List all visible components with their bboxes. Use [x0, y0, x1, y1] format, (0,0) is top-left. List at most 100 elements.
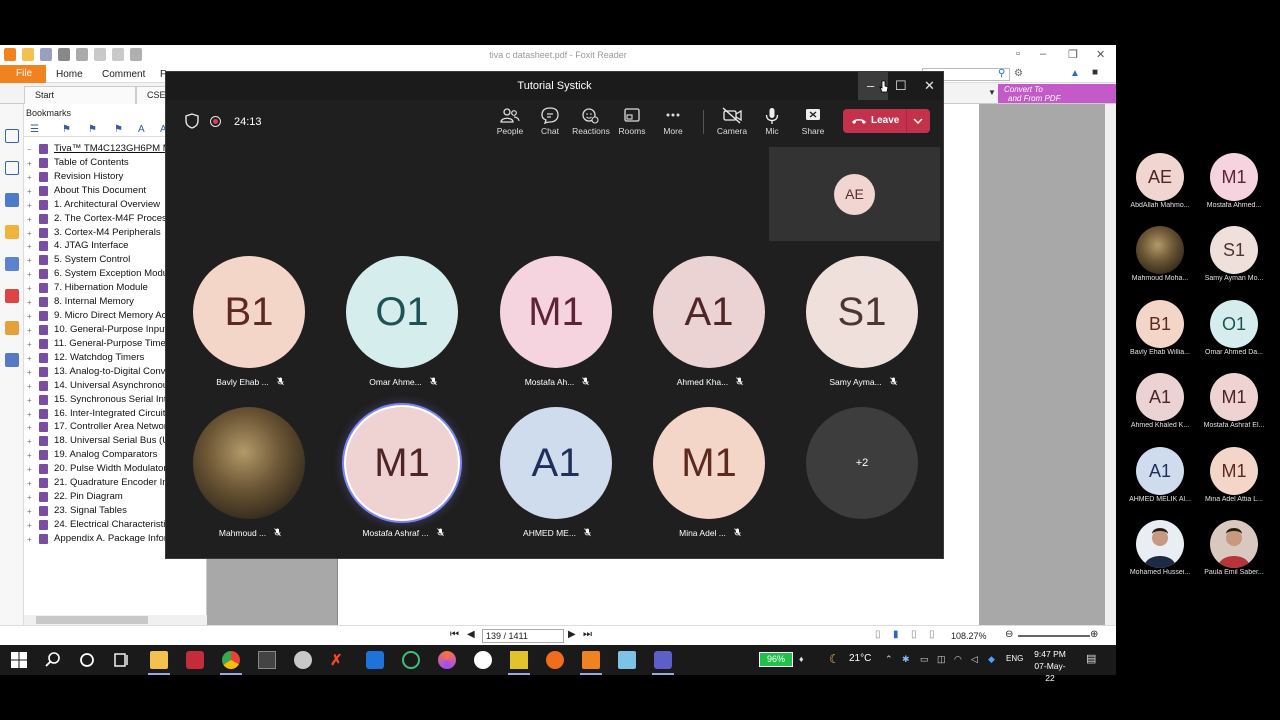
expand-toggle-icon[interactable]: + [27, 449, 32, 462]
foxit-minimize-icon[interactable]: – [1040, 48, 1046, 60]
expand-toggle-icon[interactable]: + [27, 394, 32, 407]
bookmark-expand-icon[interactable]: ⚑ [88, 124, 97, 135]
participant-tile[interactable]: M1 Mostafa Ashraf ... [338, 407, 468, 553]
teams-maximize-icon[interactable]: ☐ [895, 78, 907, 94]
cortana-icon[interactable] [78, 651, 96, 669]
search-icon[interactable] [44, 651, 62, 669]
expand-toggle-icon[interactable]: + [27, 408, 32, 421]
mega-app-icon[interactable] [186, 651, 204, 669]
expand-toggle-icon[interactable]: + [27, 463, 32, 476]
bookmark-panel-icon[interactable] [5, 129, 19, 143]
more-participants-tile[interactable]: +2 [798, 407, 928, 553]
task-view-icon[interactable] [112, 651, 130, 669]
notes-app-icon[interactable] [618, 651, 636, 669]
first-page-icon[interactable]: ⏮ [450, 629, 459, 640]
expand-toggle-icon[interactable]: + [27, 352, 32, 365]
panel-participant[interactable]: AE AbdAllah Mahmo... [1124, 153, 1196, 219]
expand-toggle-icon[interactable]: + [27, 171, 32, 184]
home-tab[interactable]: Home [56, 69, 83, 80]
comment-tab[interactable]: Comment [102, 69, 145, 80]
panel-participant[interactable]: M1 Mina Adel Attia L... [1198, 447, 1270, 513]
view-single-icon[interactable]: ▯ [875, 629, 881, 640]
participant-tile[interactable]: A1 Ahmed Kha... [645, 256, 775, 402]
chrome-icon[interactable] [222, 651, 240, 669]
teams-taskbar-icon[interactable] [654, 651, 672, 669]
expand-toggle-icon[interactable]: + [27, 213, 32, 226]
expand-toggle-icon[interactable]: + [27, 240, 32, 253]
shield-icon[interactable] [185, 113, 199, 129]
security-panel-icon[interactable] [5, 321, 19, 335]
clock[interactable]: 9:47 PM 07-May-22 [1030, 648, 1070, 684]
zoom-slider[interactable] [1018, 635, 1090, 637]
wifi-icon[interactable]: ◠ [954, 654, 962, 665]
bookmark-options-icon[interactable]: ☰ [30, 124, 39, 135]
notifications-icon[interactable]: ▤ [1086, 652, 1096, 665]
foxit-taskbar-icon[interactable] [582, 651, 600, 669]
tools-panel-icon[interactable] [5, 353, 19, 367]
expand-toggle-icon[interactable]: + [27, 338, 32, 351]
page-number-input[interactable]: 139 / 1411 [482, 629, 564, 643]
attachments-panel-icon[interactable] [5, 257, 19, 271]
expand-toggle-icon[interactable]: + [27, 227, 32, 240]
leave-button[interactable]: Leave [843, 109, 930, 133]
expand-toggle-icon[interactable]: + [27, 157, 32, 170]
people-button[interactable]: People [488, 106, 532, 142]
share-button[interactable]: Share [791, 106, 835, 142]
expand-toggle-icon[interactable]: + [27, 268, 32, 281]
bookmarks-horizontal-scrollbar[interactable] [24, 615, 207, 625]
panel-participant[interactable]: Mahmoud Moha... [1124, 226, 1196, 292]
expand-toggle-icon[interactable]: + [27, 435, 32, 448]
code-app-icon[interactable] [366, 651, 384, 669]
expand-toggle-icon[interactable]: + [27, 491, 32, 504]
expand-toggle-icon[interactable]: + [27, 185, 32, 198]
tray-chevron-icon[interactable]: ⌃ [885, 654, 893, 665]
zoom-out-icon[interactable]: ⊖ [1005, 629, 1013, 640]
last-page-icon[interactable]: ⏭ [583, 629, 592, 640]
expand-toggle-icon[interactable]: + [27, 310, 32, 323]
bell-icon[interactable]: ▲ [1070, 68, 1080, 79]
expand-toggle-icon[interactable]: + [27, 380, 32, 393]
user-icon[interactable]: ■ [1092, 67, 1098, 78]
panel-participant[interactable]: Paula Emil Saber... [1198, 520, 1270, 586]
panel-participant[interactable]: O1 Omar Ahmed Da... [1198, 300, 1270, 366]
expand-toggle-icon[interactable]: + [27, 254, 32, 267]
volume-icon[interactable]: ◁ [971, 654, 978, 665]
zoom-level[interactable]: 108.27% [951, 631, 987, 641]
participant-tile[interactable]: O1 Omar Ahme... [338, 256, 468, 402]
x-app-icon[interactable]: ✗ [330, 651, 348, 669]
signature-panel-icon[interactable] [5, 289, 19, 303]
dropbox-icon[interactable]: ◆ [988, 654, 995, 665]
expand-toggle-icon[interactable]: + [27, 296, 32, 309]
panel-participant[interactable]: S1 Samy Ayman Mo... [1198, 226, 1270, 292]
camera-button[interactable]: Camera [710, 106, 754, 142]
rooms-button[interactable]: Rooms [610, 106, 654, 142]
participant-tile[interactable]: M1 Mina Adel ... [645, 407, 775, 553]
expand-toggle-icon[interactable]: − [27, 143, 32, 156]
battery-indicator[interactable]: 96% [759, 652, 793, 667]
ribbon-display-icon[interactable]: ▫ [1016, 48, 1020, 60]
github-icon[interactable] [474, 651, 492, 669]
pages-panel-icon[interactable] [5, 161, 19, 175]
search-icon[interactable]: ⚲ [998, 68, 1005, 79]
participant-tile[interactable]: S1 Samy Ayma... [798, 256, 928, 402]
panel-participant[interactable]: A1 AHMED MELIK Al... [1124, 447, 1196, 513]
upwork-icon[interactable] [402, 651, 420, 669]
panel-participant[interactable]: A1 Ahmed Khaled K... [1124, 373, 1196, 439]
firefox-icon[interactable] [438, 651, 456, 669]
expand-toggle-icon[interactable]: + [27, 324, 32, 337]
tray-app-icon[interactable]: ✱ [902, 654, 910, 665]
expand-toggle-icon[interactable]: + [27, 282, 32, 295]
tab-start[interactable]: Start [24, 86, 136, 104]
participant-tile[interactable]: A1 AHMED ME... [492, 407, 622, 553]
chat-button[interactable]: Chat [528, 106, 572, 142]
bookmark-collapse-icon[interactable]: ⚑ [114, 124, 123, 135]
language-indicator[interactable]: ENG [1006, 654, 1023, 663]
zoom-in-icon[interactable]: ⊕ [1090, 629, 1098, 640]
expand-toggle-icon[interactable]: + [27, 519, 32, 532]
add-bookmark-icon[interactable]: ⚑ [62, 124, 71, 135]
foxit-close-icon[interactable]: ✕ [1096, 48, 1105, 61]
panel-participant[interactable]: M1 Mostafa Ashraf El... [1198, 373, 1270, 439]
teams-minimize-icon[interactable]: – [867, 78, 874, 93]
weather-moon-icon[interactable]: ☾ [829, 652, 840, 666]
terminal-icon[interactable] [258, 651, 276, 669]
